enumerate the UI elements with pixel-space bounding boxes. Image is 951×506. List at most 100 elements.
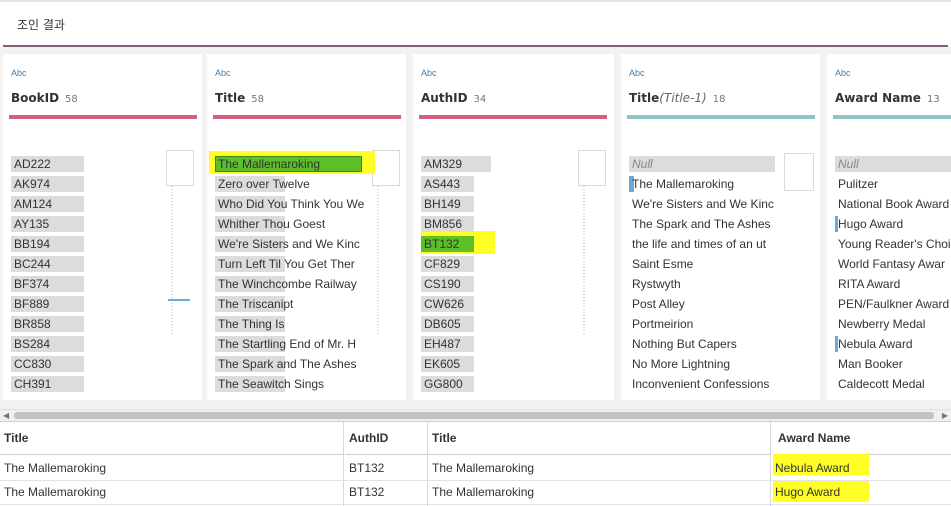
profile-pane[interactable]: Abc BookID 58 AD222 AK974 AM124 AY135 BB1… <box>0 47 951 409</box>
value-list[interactable]: Null The Mallemaroking We're Sisters and… <box>629 155 820 395</box>
list-item[interactable]: Hugo Award <box>835 215 951 235</box>
distinct-count: 34 <box>473 94 487 105</box>
scrollbar-thumb[interactable] <box>14 412 934 419</box>
list-item[interactable]: CC830 <box>11 355 202 375</box>
list-item[interactable]: BT132 <box>421 235 614 255</box>
list-item[interactable]: Null <box>629 155 820 175</box>
list-item[interactable]: Young Reader's Choi <box>835 235 951 255</box>
list-item[interactable]: AS443 <box>421 175 614 195</box>
list-item[interactable]: CW626 <box>421 295 614 315</box>
table-cell[interactable]: Nebula Award <box>771 456 951 480</box>
card-header[interactable]: Title(Title-1) 18 <box>629 91 725 105</box>
card-header[interactable]: Award Name 13 <box>835 91 940 105</box>
profile-card-award-name[interactable]: Abc Award Name 13 Null Pulitzer National … <box>827 54 951 400</box>
table-cell[interactable]: The Mallemaroking <box>0 456 343 480</box>
string-type-icon[interactable]: Abc <box>421 68 437 78</box>
list-item[interactable]: BR858 <box>11 315 202 335</box>
card-header[interactable]: AuthID 34 <box>421 91 486 105</box>
table-cell[interactable]: The Mallemaroking <box>428 456 770 480</box>
list-item[interactable]: Portmeirion <box>629 315 820 335</box>
list-item[interactable]: The Mallemaroking <box>629 175 820 195</box>
list-item[interactable]: Whither Thou Goest <box>215 215 406 235</box>
list-item[interactable]: BC244 <box>11 255 202 275</box>
scroll-right-icon[interactable]: ▶ <box>942 411 948 420</box>
list-item[interactable]: We're Sisters and We Kinc <box>215 235 406 255</box>
row-divider <box>0 504 951 505</box>
list-item[interactable]: BS284 <box>11 335 202 355</box>
list-item[interactable]: the life and times of an ut <box>629 235 820 255</box>
list-item[interactable]: AY135 <box>11 215 202 235</box>
list-item[interactable]: RITA Award <box>835 275 951 295</box>
list-item[interactable]: EH487 <box>421 335 614 355</box>
string-type-icon[interactable]: Abc <box>215 68 231 78</box>
list-item[interactable]: Turn Left Til You Get Ther <box>215 255 406 275</box>
list-item[interactable]: BH149 <box>421 195 614 215</box>
list-item[interactable]: The Spark and The Ashes <box>629 215 820 235</box>
list-item[interactable]: GG800 <box>421 375 614 395</box>
list-item[interactable]: CF829 <box>421 255 614 275</box>
list-item[interactable]: DB605 <box>421 315 614 335</box>
list-item[interactable]: CH391 <box>11 375 202 395</box>
table-cell[interactable]: Hugo Award <box>771 480 951 504</box>
list-item[interactable]: AM124 <box>11 195 202 215</box>
string-type-icon[interactable]: Abc <box>11 68 27 78</box>
string-type-icon[interactable]: Abc <box>835 68 851 78</box>
column-header-title[interactable]: Title <box>0 422 343 455</box>
list-item[interactable]: BF889 <box>11 295 202 315</box>
profile-card-authid[interactable]: Abc AuthID 34 AM329 AS443 BH149 BM856 BT1… <box>413 54 614 400</box>
list-item[interactable]: Newberry Medal <box>835 315 951 335</box>
card-header[interactable]: BookID 58 <box>11 91 78 105</box>
value-list[interactable]: Null Pulitzer National Book Award Hugo A… <box>835 155 951 395</box>
card-header[interactable]: Title 58 <box>215 91 264 105</box>
list-item[interactable]: Rystwyth <box>629 275 820 295</box>
list-item[interactable]: CS190 <box>421 275 614 295</box>
column-header-award-name[interactable]: Award Name <box>774 422 951 455</box>
profile-card-bookid[interactable]: Abc BookID 58 AD222 AK974 AM124 AY135 BB1… <box>3 54 202 400</box>
list-item[interactable]: Zero over Twelve <box>215 175 406 195</box>
value-list[interactable]: AM329 AS443 BH149 BM856 BT132 CF829 CS19… <box>421 155 614 395</box>
table-cell[interactable]: BT132 <box>345 480 427 504</box>
list-item[interactable]: The Thing Is <box>215 315 406 335</box>
profile-card-title[interactable]: Abc Title 58 The Mallemaroking Zero over … <box>207 54 406 400</box>
value-list[interactable]: The Mallemaroking Zero over Twelve Who D… <box>215 155 406 395</box>
column-header-authid[interactable]: AuthID <box>345 422 427 455</box>
table-cell[interactable]: The Mallemaroking <box>428 480 770 504</box>
table-cell[interactable]: BT132 <box>345 456 427 480</box>
list-item[interactable]: Inconvenient Confessions <box>629 375 820 395</box>
list-item[interactable]: National Book Award <box>835 195 951 215</box>
list-item[interactable]: Pulitzer <box>835 175 951 195</box>
list-item[interactable]: Caldecott Medal <box>835 375 951 395</box>
list-item[interactable]: No More Lightning <box>629 355 820 375</box>
list-item[interactable]: BF374 <box>11 275 202 295</box>
profile-card-title-1[interactable]: Abc Title(Title-1) 18 Null The Mallemarok… <box>621 54 820 400</box>
value-list[interactable]: AD222 AK974 AM124 AY135 BB194 BC244 BF37… <box>11 155 202 395</box>
list-item[interactable]: Nebula Award <box>835 335 951 355</box>
list-item[interactable]: AD222 <box>11 155 202 175</box>
list-item[interactable]: Man Booker <box>835 355 951 375</box>
list-item[interactable]: BB194 <box>11 235 202 255</box>
list-item[interactable]: Null <box>835 155 951 175</box>
list-item[interactable]: AK974 <box>11 175 202 195</box>
list-item[interactable]: PEN/Faulkner Award <box>835 295 951 315</box>
list-item[interactable]: We're Sisters and We Kinc <box>629 195 820 215</box>
list-item[interactable]: BM856 <box>421 215 614 235</box>
horizontal-scrollbar[interactable]: ◀ ▶ <box>0 409 951 421</box>
list-item[interactable]: The Seawitch Sings <box>215 375 406 395</box>
list-item[interactable]: Post Alley <box>629 295 820 315</box>
list-item[interactable]: World Fantasy Awar <box>835 255 951 275</box>
list-item[interactable]: The Mallemaroking <box>215 155 406 175</box>
list-item[interactable]: Who Did You Think You We <box>215 195 406 215</box>
table-cell[interactable]: The Mallemaroking <box>0 480 343 504</box>
list-item[interactable]: The Triscanipt <box>215 295 406 315</box>
list-item[interactable]: The Spark and The Ashes <box>215 355 406 375</box>
join-result-table[interactable]: Title AuthID Title Award Name The Mallem… <box>0 421 951 506</box>
string-type-icon[interactable]: Abc <box>629 68 645 78</box>
list-item[interactable]: Saint Esme <box>629 255 820 275</box>
column-header-title-1[interactable]: Title <box>428 422 770 455</box>
list-item[interactable]: The Startling End of Mr. H <box>215 335 406 355</box>
scroll-left-icon[interactable]: ◀ <box>3 411 9 420</box>
list-item[interactable]: AM329 <box>421 155 614 175</box>
list-item[interactable]: The Winchcombe Railway <box>215 275 406 295</box>
list-item[interactable]: Nothing But Capers <box>629 335 820 355</box>
list-item[interactable]: EK605 <box>421 355 614 375</box>
